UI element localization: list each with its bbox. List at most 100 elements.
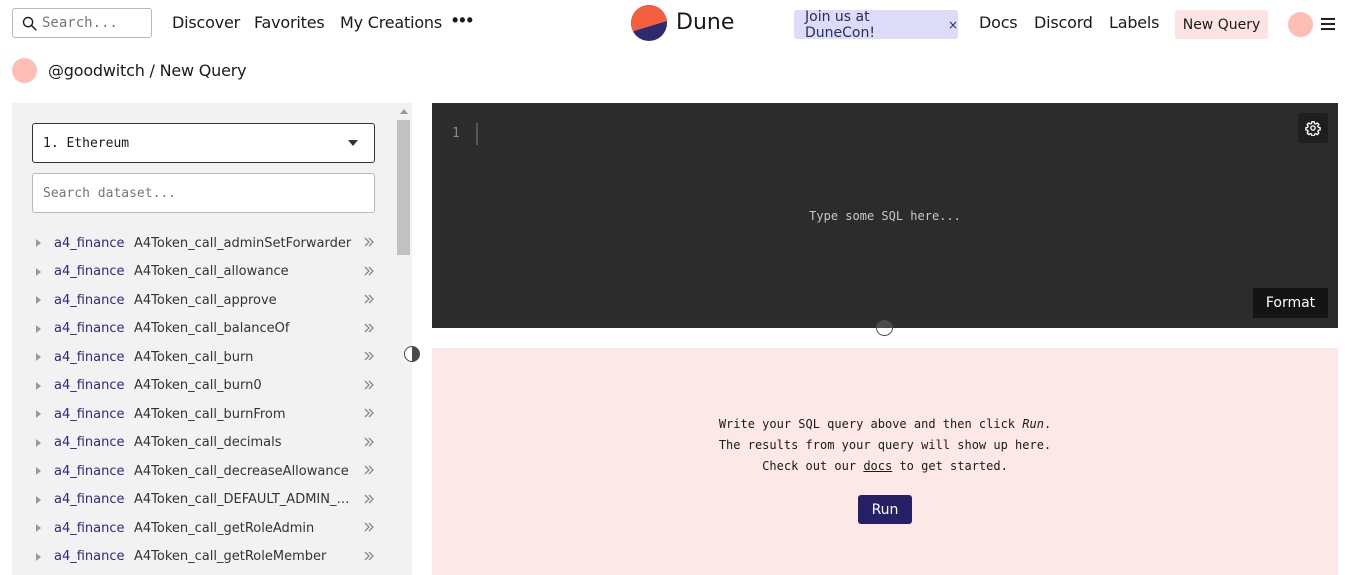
chevron-down-icon: [348, 140, 358, 146]
results-panel: Write your SQL query above and then clic…: [432, 348, 1338, 575]
owner-avatar[interactable]: [12, 58, 37, 83]
double-chevron-right-icon[interactable]: [363, 322, 375, 334]
dataset-explorer: 1. Ethereum a4_finance A4Token_call_admin…: [12, 103, 412, 575]
hamburger-icon[interactable]: [1321, 18, 1335, 31]
dunecon-banner[interactable]: Join us at DuneCon! ×: [794, 8, 958, 41]
table-row[interactable]: a4_finance A4Token_call_DEFAULT_ADMIN_R..…: [12, 486, 392, 515]
table-name: A4Token_call_balanceOf: [134, 321, 290, 337]
table-schema: a4_finance: [54, 264, 125, 280]
sidebar-resize-handle[interactable]: [404, 346, 420, 362]
table-name: A4Token_call_burn: [134, 349, 254, 365]
editor-placeholder: Type some SQL here...: [809, 209, 961, 223]
table-name: A4Token_call_DEFAULT_ADMIN_R...: [134, 492, 352, 508]
sidebar-scroll-thumb[interactable]: [397, 120, 410, 255]
table-row[interactable]: a4_finance A4Token_call_adminSetForwarder: [12, 229, 392, 258]
nav-discover[interactable]: Discover: [172, 13, 240, 32]
nav-favorites[interactable]: Favorites: [254, 13, 325, 32]
double-chevron-right-icon[interactable]: [363, 464, 375, 476]
double-chevron-right-icon[interactable]: [363, 236, 375, 248]
results-line-2: The results from your query will show up…: [718, 438, 1052, 452]
double-chevron-right-icon[interactable]: [363, 350, 375, 362]
expand-arrow-icon[interactable]: [36, 467, 41, 476]
docs-link[interactable]: docs: [863, 459, 892, 473]
expand-arrow-icon[interactable]: [36, 381, 41, 390]
results-line-3: Check out our docs to get started.: [762, 459, 1008, 473]
dunecon-banner-label: Join us at DuneCon!: [805, 8, 875, 41]
table-row[interactable]: a4_finance A4Token_call_getRoleMember: [12, 543, 392, 572]
table-name: A4Token_call_decreaseAllowance: [134, 463, 349, 479]
table-row[interactable]: a4_finance A4Token_call_burn: [12, 343, 392, 372]
close-icon[interactable]: ×: [948, 18, 958, 32]
table-schema: a4_finance: [54, 349, 125, 365]
search-icon: [22, 16, 37, 31]
table-row[interactable]: a4_finance A4Token_call_decreaseAllowance: [12, 457, 392, 486]
run-button[interactable]: Run: [858, 495, 912, 524]
table-row[interactable]: a4_finance A4Token_call_allowance: [12, 258, 392, 287]
table-name: A4Token_call_burnFrom: [134, 406, 286, 422]
expand-arrow-icon[interactable]: [36, 495, 41, 504]
double-chevron-right-icon[interactable]: [363, 521, 375, 533]
expand-arrow-icon[interactable]: [36, 524, 41, 533]
global-search-input[interactable]: [42, 15, 142, 31]
expand-arrow-icon[interactable]: [36, 353, 41, 362]
breadcrumb: @goodwitch / New Query: [48, 61, 247, 80]
format-button[interactable]: Format: [1253, 288, 1328, 318]
table-schema: a4_finance: [54, 292, 125, 308]
table-schema: a4_finance: [54, 321, 125, 337]
double-chevron-right-icon[interactable]: [363, 550, 375, 562]
expand-arrow-icon[interactable]: [36, 552, 41, 561]
user-avatar[interactable]: [1288, 12, 1313, 37]
expand-arrow-icon[interactable]: [36, 410, 41, 419]
global-search[interactable]: [12, 8, 152, 38]
expand-arrow-icon[interactable]: [36, 239, 41, 248]
expand-arrow-icon[interactable]: [36, 296, 41, 305]
line-number: 1: [452, 126, 460, 141]
top-navigation: Discover Favorites My Creations ••• Dune…: [0, 0, 1347, 48]
editor-resize-handle[interactable]: [876, 320, 893, 336]
table-name: A4Token_call_approve: [134, 292, 277, 308]
double-chevron-right-icon[interactable]: [363, 293, 375, 305]
table-schema: a4_finance: [54, 435, 125, 451]
table-row[interactable]: a4_finance A4Token_call_getRoleAdmin: [12, 514, 392, 543]
more-menu-button[interactable]: •••: [452, 10, 474, 31]
nav-docs[interactable]: Docs: [979, 13, 1018, 32]
table-name: A4Token_call_adminSetForwarder: [134, 235, 352, 251]
table-row[interactable]: a4_finance A4Token_call_approve: [12, 286, 392, 315]
double-chevron-right-icon[interactable]: [363, 379, 375, 391]
table-row[interactable]: a4_finance A4Token_call_burnFrom: [12, 400, 392, 429]
table-schema: a4_finance: [54, 520, 125, 536]
table-name: A4Token_call_allowance: [134, 264, 289, 280]
scroll-up-arrow-icon[interactable]: [400, 109, 408, 114]
results-line-1: Write your SQL query above and then clic…: [718, 417, 1052, 431]
double-chevron-right-icon[interactable]: [363, 265, 375, 277]
expand-arrow-icon[interactable]: [36, 324, 41, 333]
table-row[interactable]: a4_finance A4Token_call_decimals: [12, 429, 392, 458]
editor-settings-button[interactable]: [1298, 113, 1328, 143]
double-chevron-right-icon[interactable]: [363, 493, 375, 505]
table-schema: a4_finance: [54, 235, 125, 251]
expand-arrow-icon[interactable]: [36, 438, 41, 447]
run-keyword: Run: [1022, 417, 1044, 431]
nav-discord[interactable]: Discord: [1034, 13, 1093, 32]
dataset-search-input[interactable]: [32, 173, 375, 213]
nav-labels[interactable]: Labels: [1109, 13, 1160, 32]
double-chevron-right-icon[interactable]: [363, 407, 375, 419]
editor-cursor: [476, 123, 478, 145]
table-row[interactable]: a4_finance A4Token_call_balanceOf: [12, 315, 392, 344]
logo-text[interactable]: Dune: [676, 10, 734, 35]
double-chevron-right-icon[interactable]: [363, 436, 375, 448]
dataset-select[interactable]: 1. Ethereum: [32, 123, 375, 163]
expand-arrow-icon[interactable]: [36, 267, 41, 276]
gear-icon: [1305, 121, 1321, 136]
table-schema: a4_finance: [54, 463, 125, 479]
nav-my-creations[interactable]: My Creations: [340, 13, 442, 32]
table-schema: a4_finance: [54, 378, 125, 394]
new-query-button[interactable]: New Query: [1175, 10, 1268, 39]
sql-editor[interactable]: 1 Type some SQL here... Format: [432, 103, 1338, 328]
table-name: A4Token_call_burn0: [134, 378, 262, 394]
table-schema: a4_finance: [54, 406, 125, 422]
dune-logo-icon: [631, 5, 667, 41]
table-name: A4Token_call_getRoleMember: [134, 549, 327, 565]
table-schema: a4_finance: [54, 549, 125, 565]
table-row[interactable]: a4_finance A4Token_call_burn0: [12, 372, 392, 401]
